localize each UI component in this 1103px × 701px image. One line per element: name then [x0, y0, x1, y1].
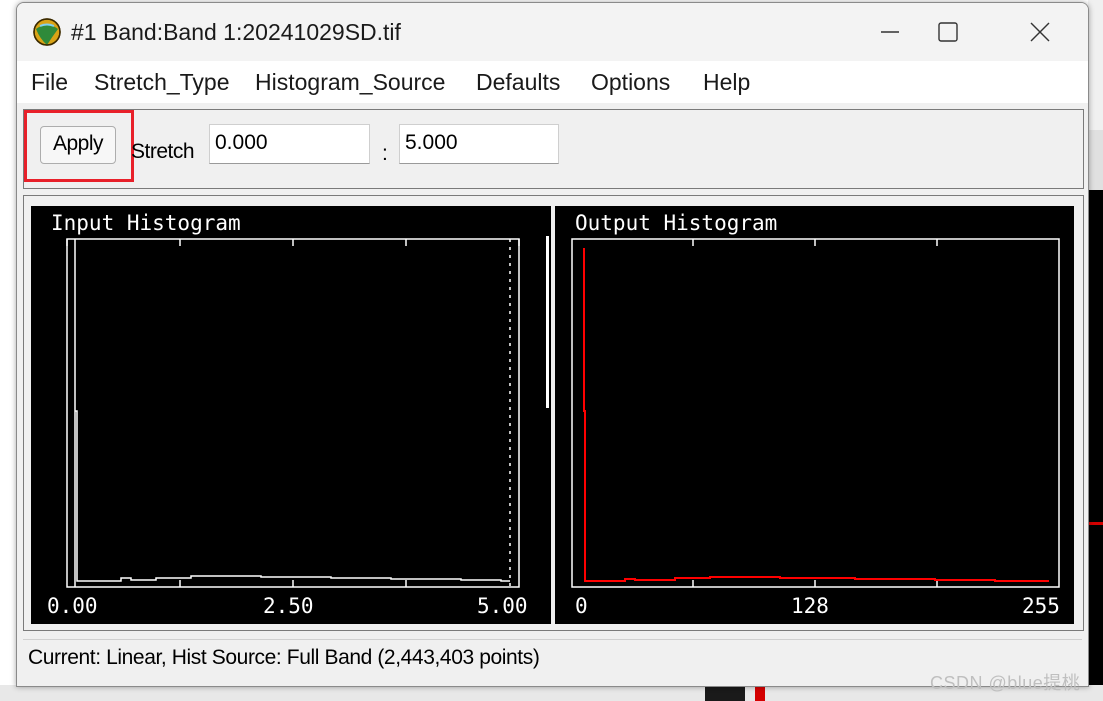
menu-help[interactable]: Help — [703, 69, 750, 96]
output-tick-label-min: 0 — [575, 594, 588, 618]
title-bar[interactable]: #1 Band:Band 1:20241029SD.tif — [17, 3, 1088, 61]
status-text: Current: Linear, Hist Source: Full Band … — [28, 646, 540, 669]
background-red-line — [1088, 522, 1103, 525]
output-histogram-plot[interactable]: Output Histogram 0 128 255 — [555, 206, 1074, 624]
maximize-icon — [938, 22, 958, 42]
status-bar: Current: Linear, Hist Source: Full Band … — [23, 639, 1082, 676]
minimize-icon — [881, 31, 899, 33]
apply-button[interactable]: Apply — [40, 126, 116, 164]
output-histogram-line — [583, 248, 1049, 582]
stretch-max-field[interactable]: 5.000 — [399, 124, 559, 164]
menu-stretch-type[interactable]: Stretch_Type — [94, 69, 230, 96]
input-tick-label-mid: 2.50 — [263, 594, 314, 618]
watermark: CSDN @blue提桃 — [930, 673, 1081, 693]
menu-file[interactable]: File — [31, 69, 68, 96]
background-dark-fragment — [705, 686, 745, 701]
background-red-fragment — [755, 686, 765, 701]
menu-histogram-source[interactable]: Histogram_Source — [255, 69, 445, 96]
menu-bar: File Stretch_Type Histogram_Source Defau… — [17, 61, 1088, 103]
range-separator: : — [382, 142, 388, 165]
envi-globe-icon — [33, 18, 61, 46]
stretch-min-field[interactable]: 0.000 — [209, 124, 370, 164]
background-window-fragment — [1088, 130, 1103, 190]
output-top-ticks — [692, 239, 938, 246]
menu-options[interactable]: Options — [591, 69, 670, 96]
input-histogram-plot[interactable]: Input Histogram 0.00 2.50 5.00 — [31, 206, 551, 624]
output-histogram-title: Output Histogram — [575, 211, 777, 235]
stretch-toolbar: Apply Stretch 0.000 : 5.000 — [23, 109, 1084, 189]
input-tick-label-max: 5.00 — [477, 594, 528, 618]
output-tick-label-mid: 128 — [791, 594, 829, 618]
input-histogram-title: Input Histogram — [51, 211, 241, 235]
minimize-button[interactable] — [867, 13, 913, 51]
stretch-label: Stretch — [131, 140, 195, 163]
input-bottom-ticks — [179, 580, 407, 587]
close-icon — [1030, 22, 1050, 42]
output-tick-label-max: 255 — [1022, 594, 1060, 618]
plot-divider — [546, 236, 549, 408]
input-histogram-line — [75, 410, 510, 582]
input-top-ticks — [66, 239, 520, 246]
maximize-button[interactable] — [925, 13, 971, 51]
output-bottom-ticks — [692, 580, 938, 587]
menu-defaults[interactable]: Defaults — [476, 69, 560, 96]
histogram-panel: Input Histogram 0.00 2.50 5.00 Output Hi… — [23, 195, 1084, 631]
stretch-dialog-window: #1 Band:Band 1:20241029SD.tif File Stret… — [16, 2, 1089, 687]
input-plot-frame — [66, 238, 520, 588]
close-button[interactable] — [1017, 13, 1063, 51]
output-plot-frame — [571, 238, 1060, 588]
input-tick-label-min: 0.00 — [47, 594, 98, 618]
background-black-fragment — [1088, 190, 1103, 685]
window-title: #1 Band:Band 1:20241029SD.tif — [71, 19, 401, 45]
